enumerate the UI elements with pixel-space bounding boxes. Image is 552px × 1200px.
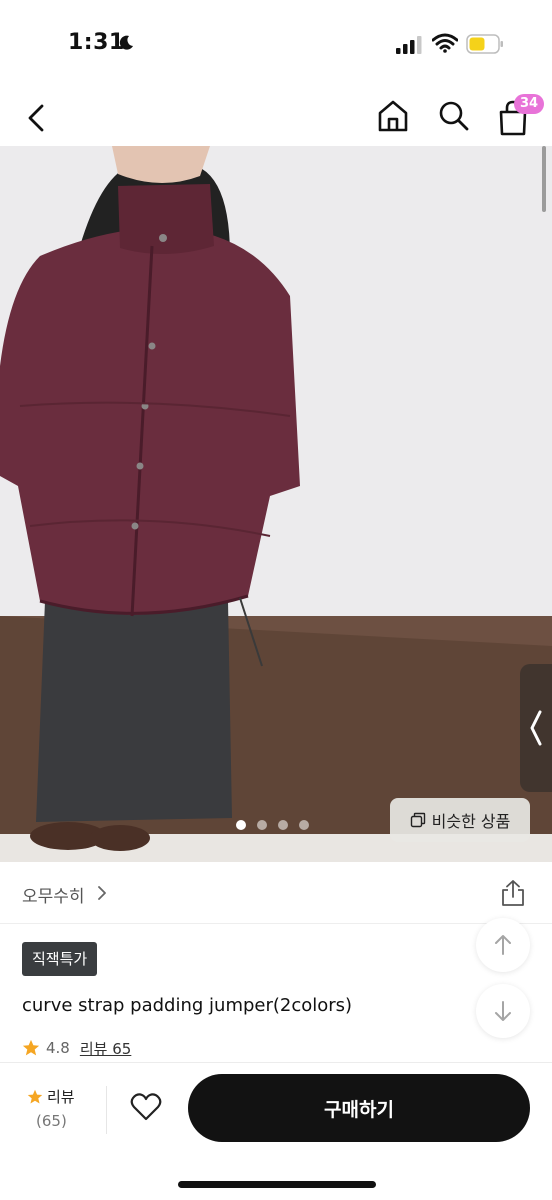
- similar-products-button[interactable]: 비슷한 상품: [390, 798, 530, 842]
- cart-count-badge: 34: [514, 94, 545, 114]
- shop-name-link[interactable]: 오무수히: [22, 882, 85, 907]
- review-count: (65): [36, 1112, 67, 1130]
- rating-value: 4.8: [46, 1039, 70, 1057]
- pager-dot[interactable]: [278, 820, 288, 830]
- home-indicator[interactable]: [178, 1181, 376, 1188]
- home-icon[interactable]: [376, 98, 410, 134]
- promo-badge: 직잭특가: [22, 942, 98, 976]
- pager-dot[interactable]: [299, 820, 309, 830]
- heart-icon[interactable]: [130, 1092, 162, 1122]
- battery-icon: [466, 34, 503, 54]
- status-bar: 1:31: [0, 0, 552, 90]
- share-icon[interactable]: [500, 879, 526, 907]
- scrollbar[interactable]: [542, 146, 546, 212]
- pager-dot[interactable]: [236, 820, 246, 830]
- product-photo: [0, 146, 552, 862]
- search-icon[interactable]: [436, 98, 470, 134]
- chevron-left-icon: [530, 710, 542, 746]
- similar-products-label: 비슷한 상품: [431, 812, 511, 831]
- review-label: 리뷰: [47, 1088, 75, 1106]
- star-icon: [22, 1039, 40, 1056]
- wifi-icon: [432, 33, 458, 53]
- copy-icon: [410, 812, 425, 828]
- nav-bar: [0, 90, 552, 146]
- buy-button[interactable]: 구매하기: [188, 1074, 530, 1142]
- review-summary-button[interactable]: 리뷰 (65): [22, 1086, 86, 1136]
- product-image[interactable]: [0, 146, 552, 862]
- arrow-down-icon: [495, 1001, 511, 1021]
- moon-icon: [119, 35, 133, 50]
- product-title: curve strap padding jumper(2colors): [22, 995, 353, 1016]
- status-time: 1:31: [68, 30, 125, 55]
- shop-row: 오무수히: [0, 862, 552, 924]
- signal-icon: [396, 36, 422, 54]
- scroll-up-button[interactable]: [476, 918, 530, 972]
- chevron-right-icon[interactable]: [96, 884, 108, 902]
- review-count-link[interactable]: 리뷰 65: [80, 1038, 131, 1059]
- image-pager[interactable]: [236, 820, 309, 832]
- star-icon: [27, 1089, 43, 1104]
- pager-dot[interactable]: [257, 820, 267, 830]
- arrow-up-icon: [495, 935, 511, 955]
- back-icon[interactable]: [22, 98, 54, 138]
- rating-row: 4.8 리뷰 65: [22, 1037, 131, 1059]
- divider: [106, 1086, 107, 1134]
- scroll-down-button[interactable]: [476, 984, 530, 1038]
